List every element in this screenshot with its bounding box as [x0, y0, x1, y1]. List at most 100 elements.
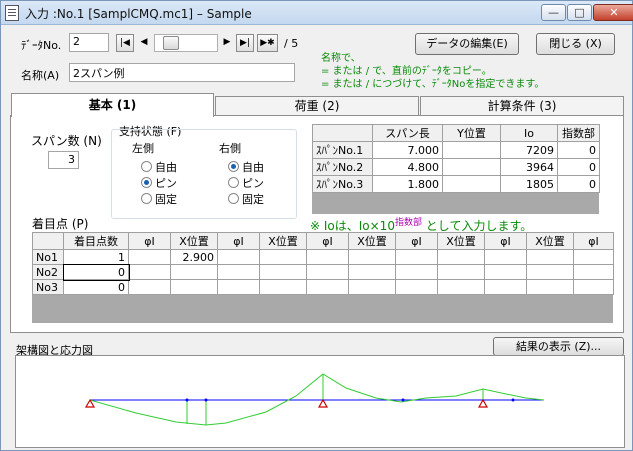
title-bar: 入力 :No.1 [SamplCMQ.mc1] – Sample — □ ✕	[1, 1, 633, 25]
point-table-cell[interactable]	[526, 249, 574, 265]
last-record-button[interactable]: ▶|	[236, 34, 254, 52]
span-table-row: ｽﾊﾟﾝNo.2 4.800 3964 0	[312, 158, 600, 176]
minimize-button[interactable]: —	[541, 4, 566, 21]
right-free-radio[interactable]	[228, 161, 239, 172]
point-table-cell[interactable]	[306, 264, 349, 280]
span-table-cell[interactable]: 0	[557, 141, 600, 159]
span-table-cell[interactable]: 7209	[500, 141, 558, 159]
point-table-cell[interactable]	[573, 249, 614, 265]
new-record-button[interactable]: ▶✱	[257, 34, 278, 52]
pin-support-icon	[477, 398, 489, 408]
span-table-cell[interactable]: 1.800	[372, 175, 443, 193]
io-note-prefix: ※ Ioは、Io×10	[310, 219, 395, 233]
point-table-cell[interactable]: 2.900	[170, 249, 218, 265]
span-table-cell[interactable]: 0	[557, 175, 600, 193]
right-pin-radio[interactable]	[228, 177, 239, 188]
span-table-cell[interactable]: 1805	[500, 175, 558, 193]
maximize-button[interactable]: □	[567, 4, 592, 21]
window-title: 入力 :No.1 [SamplCMQ.mc1] – Sample	[25, 7, 252, 21]
close-window-button[interactable]: ✕	[593, 4, 633, 21]
span-table-header: スパン長	[372, 124, 443, 142]
left-fixed-label: 固定	[155, 193, 177, 206]
right-fixed-radio[interactable]	[228, 193, 239, 204]
span-table-cell[interactable]: 3964	[500, 158, 558, 176]
left-free-label: 自由	[155, 161, 177, 174]
tab-load[interactable]: 荷重 (2)	[215, 96, 419, 116]
span-count-input[interactable]: 3	[48, 151, 79, 169]
point-table-header: φI	[484, 232, 527, 250]
point-table-cell[interactable]	[484, 249, 527, 265]
prev-record-button[interactable]: ◀	[135, 34, 153, 52]
point-table-cell[interactable]	[259, 264, 307, 280]
point-table-cell[interactable]	[395, 264, 438, 280]
span-table-cell[interactable]	[442, 175, 501, 193]
point-table-cell[interactable]	[217, 249, 260, 265]
point-table-cell[interactable]	[128, 249, 171, 265]
point-table-cell[interactable]	[395, 279, 438, 295]
close-button[interactable]: 閉じる (X)	[536, 33, 615, 55]
point-table[interactable]: 着目点数 φI X位置 φI X位置 φI X位置 φI X位置 φI X位置 φI No1 1 2.90…	[32, 232, 614, 295]
span-row-header: ｽﾊﾟﾝNo.1	[312, 141, 373, 159]
point-table-cell[interactable]	[217, 264, 260, 280]
point-row-header: No2	[32, 264, 64, 280]
span-table[interactable]: スパン長 Y位置 Io 指数部 ｽﾊﾟﾝNo.1 7.000 7209 0 ｽﾊﾟﾝNo.2 4…	[312, 124, 600, 193]
point-table-cell[interactable]: 1	[63, 249, 129, 265]
span-count-label: スパン数 (N)	[31, 134, 102, 148]
point-table-cell[interactable]	[573, 279, 614, 295]
next-record-button[interactable]: ▶	[218, 34, 236, 52]
point-table-cell[interactable]	[170, 264, 218, 280]
point-table-cell[interactable]	[526, 279, 574, 295]
left-fixed-radio[interactable]	[141, 193, 152, 204]
span-table-cell[interactable]: 4.800	[372, 158, 443, 176]
span-table-cell[interactable]	[442, 141, 501, 159]
point-table-cell[interactable]	[348, 264, 396, 280]
point-table-cell[interactable]	[306, 249, 349, 265]
span-table-cell[interactable]: 0	[557, 158, 600, 176]
right-free-label: 自由	[242, 161, 264, 174]
point-table-cell[interactable]	[484, 279, 527, 295]
point-table-cell[interactable]	[306, 279, 349, 295]
right-pin-label: ピン	[242, 177, 264, 190]
point-table-cell[interactable]	[526, 264, 574, 280]
span-row-header: ｽﾊﾟﾝNo.3	[312, 175, 373, 193]
left-free-radio[interactable]	[141, 161, 152, 172]
point-table-cell[interactable]: 0	[62, 263, 130, 281]
point-table-label: 着目点 (P)	[32, 217, 89, 231]
point-table-cell[interactable]	[217, 279, 260, 295]
name-input[interactable]: 2スパン例	[69, 63, 295, 82]
point-table-cell[interactable]	[259, 249, 307, 265]
record-slider[interactable]	[154, 34, 218, 52]
point-table-cell[interactable]	[395, 249, 438, 265]
span-table-cell[interactable]: 7.000	[372, 141, 443, 159]
point-table-row: No1 1 2.900	[32, 249, 614, 265]
point-table-header: φI	[217, 232, 260, 250]
span-table-cell[interactable]	[442, 158, 501, 176]
left-pin-radio[interactable]	[141, 177, 152, 188]
tab-basic[interactable]: 基本 (1)	[11, 93, 214, 117]
point-table-cell[interactable]	[348, 249, 396, 265]
point-table-row: No2 0	[32, 263, 614, 281]
tab-calc-conditions[interactable]: 計算条件 (3)	[420, 96, 624, 116]
point-table-header	[32, 232, 64, 250]
input-dialog: 入力 :No.1 [SamplCMQ.mc1] – Sample — □ ✕ ﾃ…	[0, 0, 633, 451]
focus-point-marker	[401, 398, 405, 402]
point-table-cell[interactable]	[437, 279, 485, 295]
point-table-cell[interactable]	[128, 279, 171, 295]
point-table-cell[interactable]	[128, 264, 171, 280]
first-record-button[interactable]: |◀	[116, 34, 134, 52]
edit-data-button[interactable]: データの編集(E)	[415, 33, 519, 55]
point-table-cell[interactable]	[437, 264, 485, 280]
point-table-row: No3 0	[32, 279, 614, 295]
point-table-cell[interactable]	[170, 279, 218, 295]
record-slider-thumb[interactable]	[163, 36, 179, 50]
right-fixed-label: 固定	[242, 193, 264, 206]
point-table-cell[interactable]	[437, 249, 485, 265]
point-table-cell[interactable]	[259, 279, 307, 295]
point-table-cell[interactable]	[348, 279, 396, 295]
point-table-cell[interactable]	[573, 264, 614, 280]
name-label: 名称(A)	[21, 69, 60, 82]
point-table-cell[interactable]: 0	[63, 279, 129, 295]
data-no-input[interactable]: 2	[69, 33, 109, 52]
show-results-button[interactable]: 結果の表示 (Z)...	[493, 337, 624, 356]
point-table-cell[interactable]	[484, 264, 527, 280]
